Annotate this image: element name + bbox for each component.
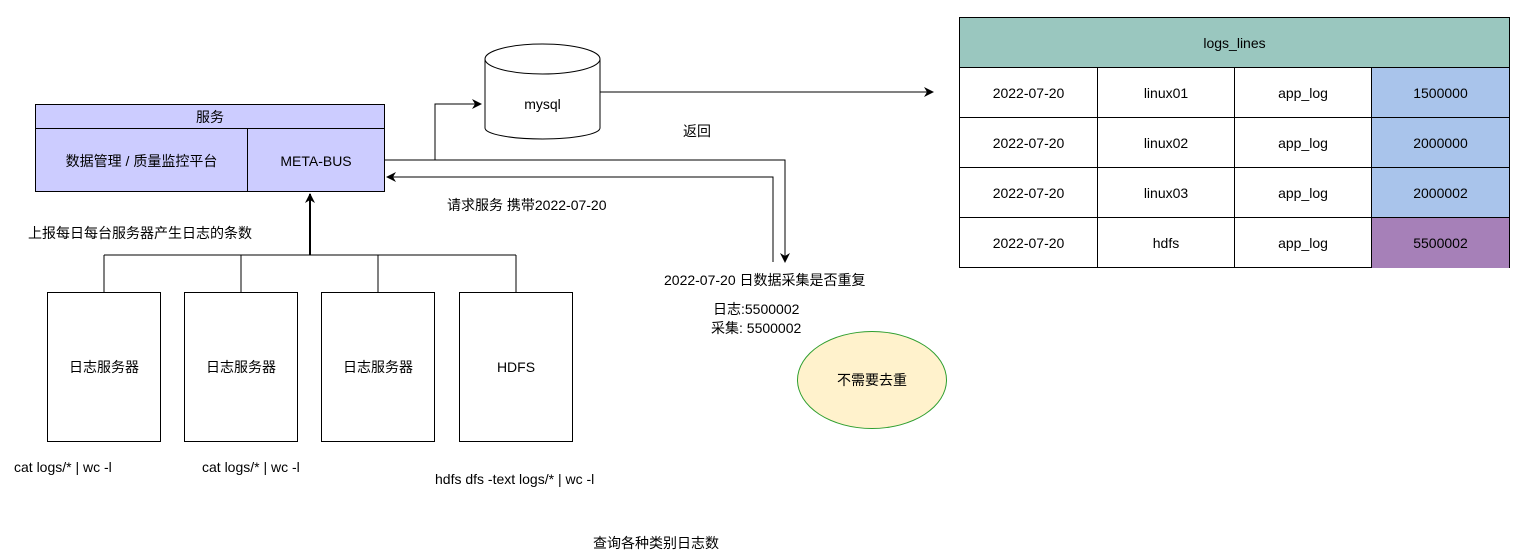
table-row: 2022-07-20 linux03 app_log 2000002 — [960, 168, 1509, 218]
table-row: 2022-07-20 linux02 app_log 2000000 — [960, 118, 1509, 168]
request-connector — [386, 172, 774, 262]
host-cell: linux02 — [1098, 118, 1235, 167]
return-label: 返回 — [683, 123, 711, 139]
count-cell: 1500000 — [1372, 68, 1509, 117]
metabus-node[interactable]: META-BUS — [248, 129, 384, 192]
report-label: 上报每日每台服务器产生日志的条数 — [28, 225, 252, 241]
request-label: 请求服务 携带2022-07-20 — [447, 197, 607, 213]
table-title: logs_lines — [960, 18, 1509, 68]
no-dedup-node[interactable]: 不需要去重 — [797, 331, 947, 429]
hdfs-command-label: hdfs dfs -text logs/* | wc -l — [435, 471, 595, 487]
logs-lines-table: logs_lines 2022-07-20 linux01 app_log 15… — [959, 17, 1510, 268]
type-cell: app_log — [1235, 118, 1372, 167]
platform-node[interactable]: 数据管理 / 质量监控平台 — [36, 129, 248, 192]
log-server-node[interactable]: 日志服务器 — [47, 292, 161, 442]
count-cell: 2000000 — [1372, 118, 1509, 167]
date-cell: 2022-07-20 — [960, 118, 1098, 167]
host-cell: hdfs — [1098, 218, 1235, 268]
query-label: 查询各种类别日志数 — [593, 535, 719, 551]
server-command-label: cat logs/* | wc -l — [202, 459, 300, 475]
host-cell: linux03 — [1098, 168, 1235, 217]
type-cell: app_log — [1235, 218, 1372, 268]
check-label: 2022-07-20 日数据采集是否重复 — [664, 272, 866, 288]
log-server-node[interactable]: 日志服务器 — [184, 292, 298, 442]
date-cell: 2022-07-20 — [960, 218, 1098, 268]
host-cell: linux01 — [1098, 68, 1235, 117]
service-container[interactable]: 服务 数据管理 / 质量监控平台 META-BUS — [35, 104, 385, 192]
count-cell: 2000002 — [1372, 168, 1509, 217]
log-server-node[interactable]: 日志服务器 — [321, 292, 435, 442]
type-cell: app_log — [1235, 168, 1372, 217]
collect-count-label: 采集: 5500002 — [711, 320, 802, 336]
store-connector — [385, 99, 482, 161]
date-cell: 2022-07-20 — [960, 168, 1098, 217]
service-title: 服务 — [36, 105, 384, 129]
log-count-label: 日志:5500002 — [713, 301, 800, 317]
mysql-label: mysql — [524, 96, 561, 112]
table-row: 2022-07-20 linux01 app_log 1500000 — [960, 68, 1509, 118]
date-cell: 2022-07-20 — [960, 68, 1098, 117]
hdfs-node[interactable]: HDFS — [459, 292, 573, 442]
mysql-cylinder — [484, 43, 601, 140]
table-row: 2022-07-20 hdfs app_log 5500002 — [960, 218, 1509, 268]
server-command-label: cat logs/* | wc -l — [14, 459, 112, 475]
type-cell: app_log — [1235, 68, 1372, 117]
count-cell: 5500002 — [1372, 218, 1509, 268]
